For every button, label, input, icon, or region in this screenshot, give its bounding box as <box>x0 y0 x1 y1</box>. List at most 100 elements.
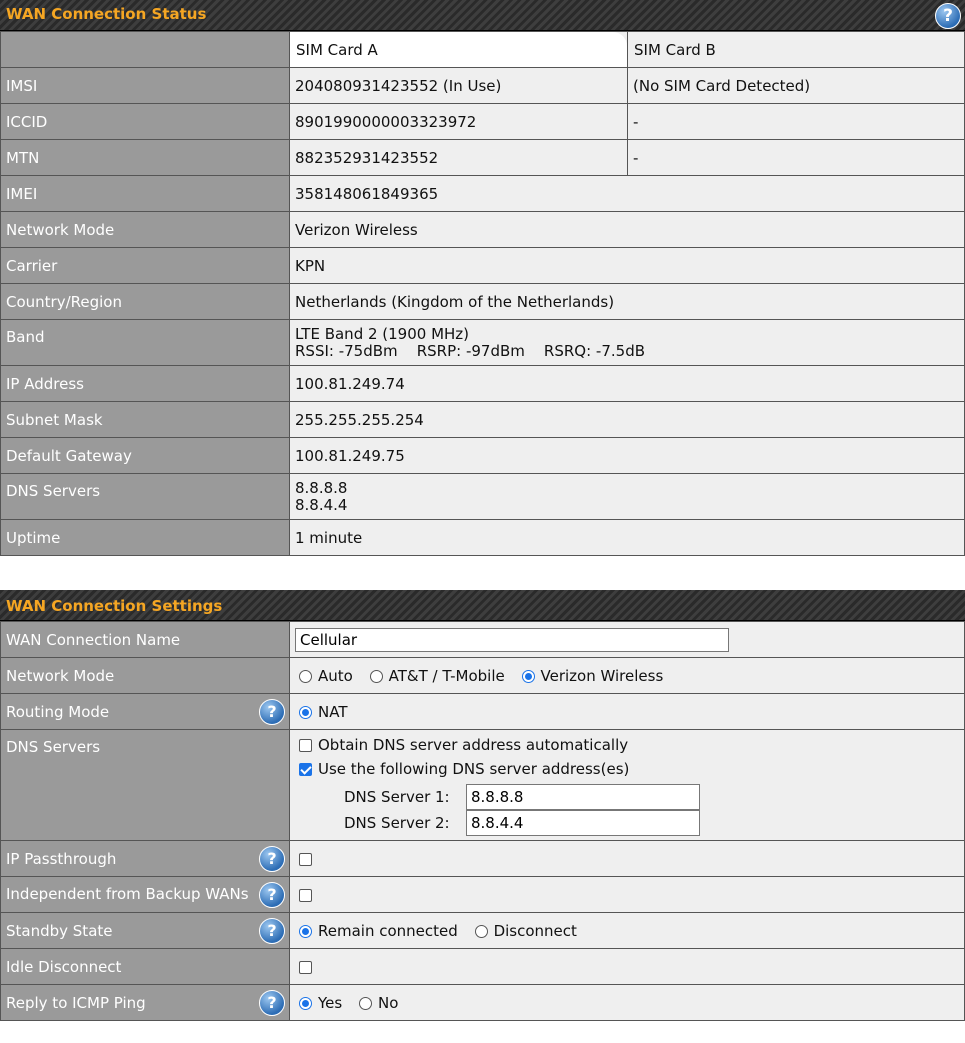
checkbox-independent-backup[interactable] <box>299 888 312 902</box>
row-value: LTE Band 2 (1900 MHz) RSSI: -75dBm RSRP:… <box>289 319 965 366</box>
network-mode-auto-option[interactable]: Auto <box>295 667 353 685</box>
radio-remain-connected[interactable] <box>299 924 312 938</box>
row-label: Country/Region <box>0 283 290 320</box>
wan-connection-settings-panel: WAN Connection Settings WAN Connection N… <box>0 590 965 1021</box>
checkbox-idle-disconnect[interactable] <box>299 960 312 974</box>
icmp-yes-option[interactable]: Yes <box>295 994 342 1012</box>
sim-header-row: SIM Card A SIM Card B <box>0 31 965 68</box>
network-mode-verizon-option[interactable]: Verizon Wireless <box>518 667 663 685</box>
dns-server-1-row: DNS Server 1: <box>344 784 959 810</box>
dns-manual-option[interactable]: Use the following DNS server address(es) <box>295 760 959 784</box>
row-value: NAT <box>289 693 965 730</box>
radio-verizon[interactable] <box>521 669 535 683</box>
row-value: Remain connected Disconnect <box>289 912 965 949</box>
checkbox-dns-manual[interactable] <box>299 763 312 776</box>
routing-mode-nat-option[interactable]: NAT <box>295 703 347 721</box>
help-icon[interactable]: ? <box>259 882 285 908</box>
dns-server-2-row: DNS Server 2: <box>344 810 959 836</box>
status-row-ip-address: IP Address 100.81.249.74 <box>0 365 965 402</box>
setting-row-dns-servers: DNS Servers Obtain DNS server address au… <box>0 729 965 841</box>
help-icon[interactable]: ? <box>259 990 285 1016</box>
help-icon[interactable]: ? <box>259 918 285 944</box>
row-label: MTN <box>0 139 290 176</box>
standby-disconnect-option[interactable]: Disconnect <box>471 922 577 940</box>
row-label: Network Mode <box>0 657 290 694</box>
radio-auto[interactable] <box>299 669 312 683</box>
row-label: Reply to ICMP Ping? <box>0 984 290 1021</box>
row-value: 1 minute <box>289 519 965 556</box>
setting-row-connection-name: WAN Connection Name <box>0 621 965 658</box>
row-label: Standby State? <box>0 912 290 949</box>
icmp-no-option[interactable]: No <box>355 994 398 1012</box>
radio-icmp-yes[interactable] <box>299 996 312 1010</box>
row-label: Uptime <box>0 519 290 556</box>
radio-disconnect[interactable] <box>474 924 488 938</box>
checkbox-dns-auto[interactable] <box>299 739 312 752</box>
row-label: DNS Servers <box>0 473 290 520</box>
network-mode-att-option[interactable]: AT&T / T-Mobile <box>366 667 505 685</box>
dns-auto-option[interactable]: Obtain DNS server address automatically <box>295 736 959 760</box>
sim-a-value: 882352931423552 <box>289 139 628 176</box>
row-label: Idle Disconnect <box>0 948 290 985</box>
wan-connection-name-input[interactable] <box>295 627 729 652</box>
wan-connection-status-panel: WAN Connection Status ? SIM Card A SIM C… <box>0 0 965 556</box>
standby-remain-connected-option[interactable]: Remain connected <box>295 922 458 940</box>
help-icon[interactable]: ? <box>935 3 961 29</box>
setting-row-independent-backup: Independent from Backup WANs? <box>0 876 965 913</box>
dns-server-2-label: DNS Server 2: <box>344 814 450 832</box>
status-row-default-gateway: Default Gateway 100.81.249.75 <box>0 437 965 474</box>
setting-row-idle-disconnect: Idle Disconnect <box>0 948 965 985</box>
row-label: Carrier <box>0 247 290 284</box>
setting-row-network-mode: Network Mode Auto AT&T / T-Mobile Verizo… <box>0 657 965 694</box>
header-blank-cell <box>0 31 290 68</box>
setting-row-standby-state: Standby State? Remain connected Disconne… <box>0 912 965 949</box>
row-value: Verizon Wireless <box>289 211 965 248</box>
radio-icmp-no[interactable] <box>359 996 372 1010</box>
row-label: Independent from Backup WANs? <box>0 876 290 913</box>
dns-server-1-input[interactable] <box>466 784 700 810</box>
status-row-imei: IMEI 358148061849365 <box>0 175 965 212</box>
status-row-carrier: Carrier KPN <box>0 247 965 284</box>
row-value: Netherlands (Kingdom of the Netherlands) <box>289 283 965 320</box>
row-label: Network Mode <box>0 211 290 248</box>
status-row-uptime: Uptime 1 minute <box>0 519 965 556</box>
row-value: Obtain DNS server address automatically … <box>289 729 965 841</box>
dns-server-1-label: DNS Server 1: <box>344 788 450 806</box>
dns-server-2-input[interactable] <box>466 810 700 836</box>
radio-nat[interactable] <box>299 705 312 719</box>
status-row-iccid: ICCID 8901990000003323972 - <box>0 103 965 140</box>
status-row-band: Band LTE Band 2 (1900 MHz) RSSI: -75dBm … <box>0 319 965 366</box>
sim-a-value: 204080931423552 (In Use) <box>289 67 628 104</box>
sim-card-b-tab[interactable]: SIM Card B <box>627 31 965 68</box>
row-label: Routing Mode? <box>0 693 290 730</box>
sim-card-a-tab[interactable]: SIM Card A <box>289 31 628 68</box>
row-label: DNS Servers <box>0 729 290 841</box>
sim-b-value: - <box>627 103 965 140</box>
row-value: 255.255.255.254 <box>289 401 965 438</box>
row-value <box>289 948 965 985</box>
row-label: Band <box>0 319 290 366</box>
row-value <box>289 876 965 913</box>
row-value: 358148061849365 <box>289 175 965 212</box>
row-value: 8.8.8.8 8.8.4.4 <box>289 473 965 520</box>
dns-line-1: 8.8.8.8 <box>295 478 348 497</box>
row-value: Yes No <box>289 984 965 1021</box>
row-label: WAN Connection Name <box>0 621 290 658</box>
row-label: IMSI <box>0 67 290 104</box>
row-label: Default Gateway <box>0 437 290 474</box>
row-label: IP Address <box>0 365 290 402</box>
radio-att[interactable] <box>369 669 383 683</box>
settings-title-bar: WAN Connection Settings <box>0 590 965 621</box>
signal-line: RSSI: -75dBm RSRP: -97dBm RSRQ: -7.5dB <box>295 341 646 360</box>
dns-line-2: 8.8.4.4 <box>295 495 348 514</box>
sim-a-value: 8901990000003323972 <box>289 103 628 140</box>
status-row-dns-servers: DNS Servers 8.8.8.8 8.8.4.4 <box>0 473 965 520</box>
status-row-mtn: MTN 882352931423552 - <box>0 139 965 176</box>
checkbox-ip-passthrough[interactable] <box>299 852 312 866</box>
settings-table: WAN Connection Name Network Mode Auto AT… <box>0 621 965 1021</box>
status-title: WAN Connection Status <box>6 5 207 23</box>
help-icon[interactable]: ? <box>259 699 285 725</box>
help-icon[interactable]: ? <box>259 846 285 872</box>
status-table: SIM Card A SIM Card B IMSI 2040809314235… <box>0 31 965 556</box>
row-label: IP Passthrough? <box>0 840 290 877</box>
